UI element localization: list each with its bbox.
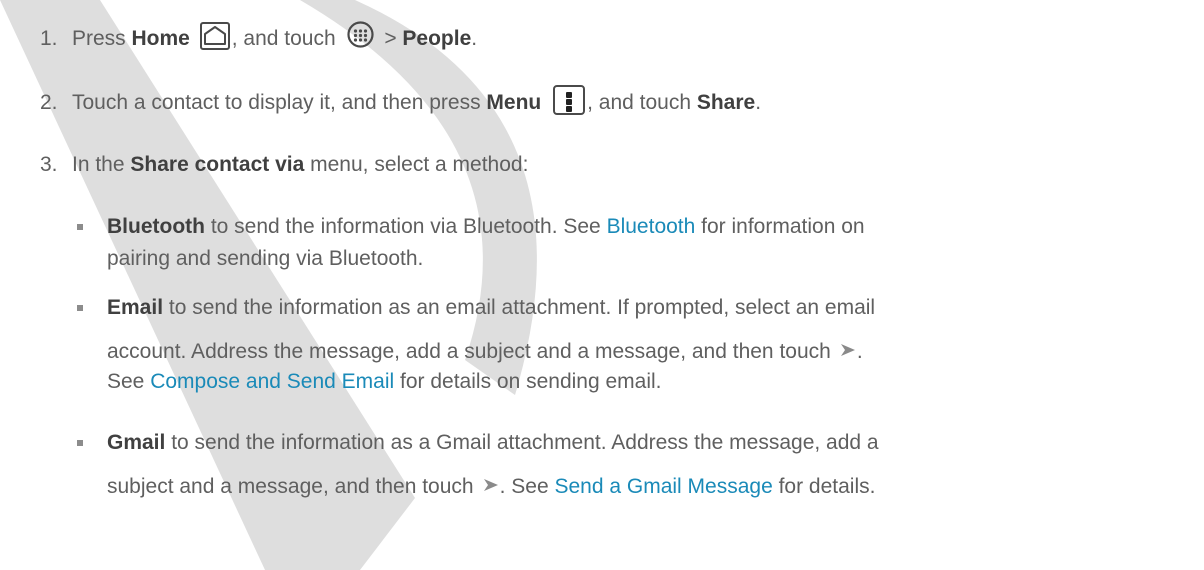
menu-icon bbox=[553, 85, 586, 116]
bullet bbox=[77, 224, 83, 230]
people-label: People bbox=[402, 27, 472, 50]
method-bluetooth-line-1: Bluetooth to send the information via Bl… bbox=[107, 215, 865, 238]
gmail-label: Gmail bbox=[107, 431, 166, 454]
step-number: 3. bbox=[40, 153, 58, 176]
step-2: Touch a contact to display it, and then … bbox=[72, 85, 761, 116]
step-1: Press Home , and touch > People. bbox=[72, 21, 477, 52]
method-gmail-line-1: Gmail to send the information as a Gmail… bbox=[107, 431, 879, 454]
send-gmail-link[interactable]: Send a Gmail Message bbox=[554, 475, 772, 498]
method-gmail-line-2: subject and a message, and then touch . … bbox=[107, 475, 876, 498]
bullet bbox=[77, 440, 83, 446]
step-number: 1. bbox=[40, 27, 58, 50]
send-icon bbox=[839, 340, 857, 358]
compose-email-link[interactable]: Compose and Send Email bbox=[150, 370, 394, 393]
home-icon bbox=[199, 22, 230, 51]
instructions: 1. Press Home , and touch > People. 2. T… bbox=[0, 0, 1204, 570]
bullet bbox=[77, 305, 83, 311]
method-bluetooth-line-2: pairing and sending via Bluetooth. bbox=[107, 247, 424, 270]
method-email-line-3: See Compose and Send Email for details o… bbox=[107, 370, 662, 393]
send-icon bbox=[482, 475, 500, 493]
home-label: Home bbox=[131, 27, 190, 50]
apps-icon bbox=[347, 21, 375, 48]
method-email-line-2: account. Address the message, add a subj… bbox=[107, 340, 863, 363]
step-number: 2. bbox=[40, 91, 58, 114]
method-email-line-1: Email to send the information as an emai… bbox=[107, 296, 876, 319]
bluetooth-link[interactable]: Bluetooth bbox=[607, 215, 696, 238]
step-3: In the Share contact via menu, select a … bbox=[72, 153, 529, 176]
share-label: Share bbox=[696, 91, 756, 114]
share-via-label: Share contact via bbox=[130, 153, 305, 176]
bluetooth-label: Bluetooth bbox=[107, 215, 205, 238]
email-label: Email bbox=[107, 296, 164, 319]
menu-label: Menu bbox=[486, 91, 542, 114]
